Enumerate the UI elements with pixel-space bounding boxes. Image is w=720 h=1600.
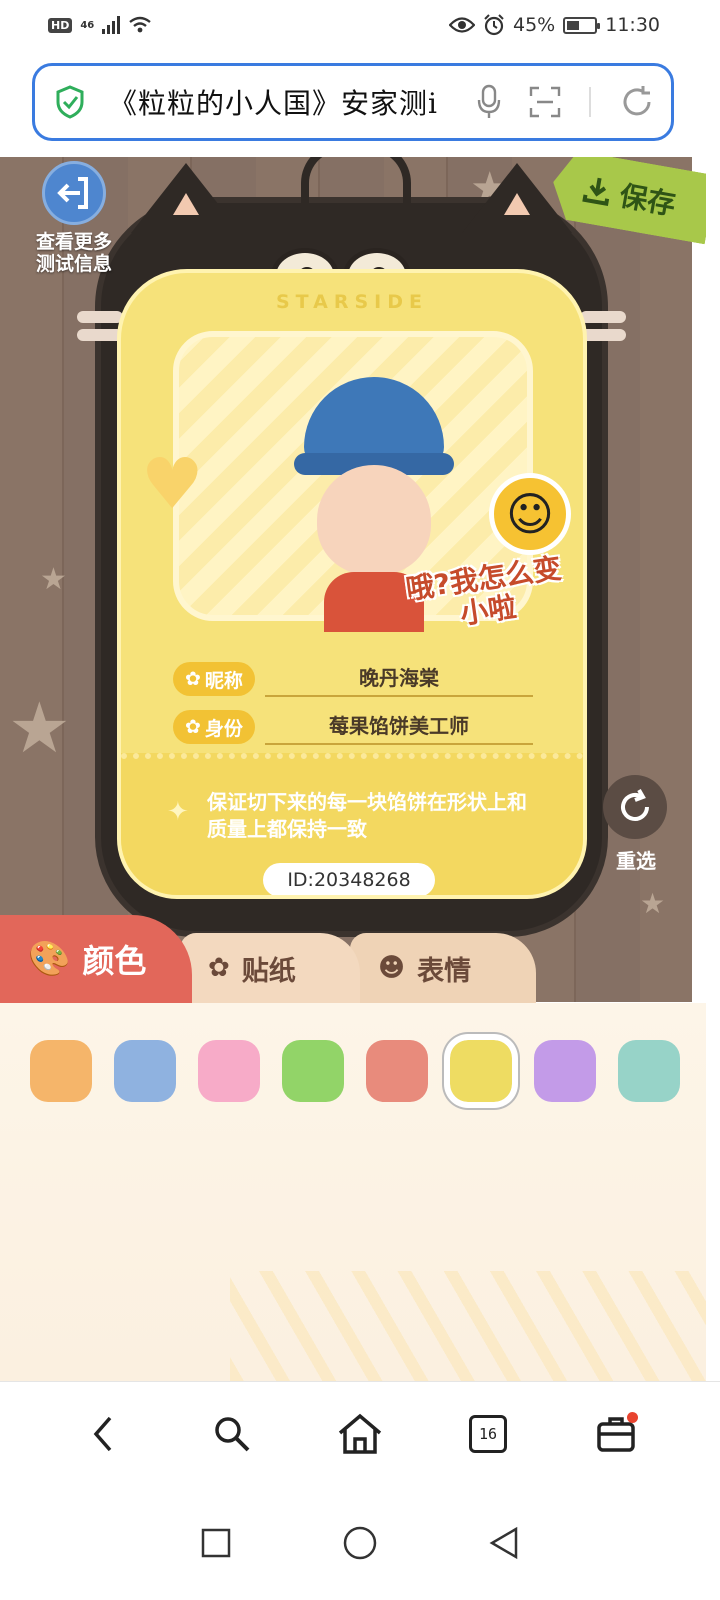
cat-ear-right <box>462 163 572 233</box>
background-star-icon: ★ <box>8 687 71 769</box>
ear-inner <box>173 193 199 215</box>
url-divider <box>589 87 591 117</box>
color-swatch[interactable] <box>366 1040 428 1102</box>
battery-icon <box>563 16 601 34</box>
download-icon <box>580 173 615 208</box>
url-text[interactable]: 《粒粒的小人国》安家测i <box>109 82 467 122</box>
address-bar[interactable]: 《粒粒的小人国》安家测i <box>32 63 674 141</box>
ear-inner <box>504 193 530 215</box>
refresh-icon[interactable] <box>619 84 655 120</box>
identity-label: 身份 <box>204 717 243 740</box>
customize-tabs: 🎨 颜色 ✿ 贴纸 ☻ 表情 <box>0 915 706 1003</box>
nickname-row: ✿ 昵称 晚丹海棠 <box>173 661 533 697</box>
color-swatches <box>30 1037 680 1105</box>
tab-expression[interactable]: ☻ 表情 <box>350 933 536 1003</box>
reselect-button[interactable]: 重选 <box>603 775 669 874</box>
more-info-label: 查看更多测试信息 <box>35 231 112 275</box>
player-id: ID:20348268 <box>263 863 435 895</box>
flower-icon: ✿ <box>185 716 201 738</box>
clock-time: 11:30 <box>605 14 660 36</box>
identity-row: ✿ 身份 莓果馅饼美工师 <box>173 709 533 745</box>
whisker-left <box>77 311 123 323</box>
reselect-label: 重选 <box>616 849 656 873</box>
home-circle-icon[interactable] <box>342 1525 378 1561</box>
redo-icon <box>603 775 667 839</box>
face-icon: ☻ <box>378 953 406 983</box>
hanging-string <box>301 157 411 213</box>
more-info-button[interactable]: 查看更多测试信息 <box>28 161 120 275</box>
wifi-icon <box>129 16 152 33</box>
alarm-icon <box>484 14 504 36</box>
home-icon <box>338 1413 382 1454</box>
identity-tag: ✿ 身份 <box>173 710 255 744</box>
nickname-label: 昵称 <box>204 669 243 692</box>
tab-label: 表情 <box>417 955 472 987</box>
nickname-tag: ✿ 昵称 <box>173 662 255 696</box>
side-strip <box>692 157 706 1002</box>
identity-value: 莓果馅饼美工师 <box>264 710 533 745</box>
game-canvas: ★ ★ ★ ★ STARSIDE ♥ ☺ 哦?我怎么变小啦 ✿ 昵称 晚丹海棠 … <box>0 157 706 1002</box>
palette-icon: 🎨 <box>28 939 71 979</box>
network-type: 46 <box>80 19 95 31</box>
eye-icon <box>449 17 475 33</box>
flower-icon: ✿ <box>185 668 201 690</box>
signal-icon <box>102 16 121 34</box>
search-button[interactable] <box>204 1406 260 1462</box>
smiley-sticker-icon: ☺ <box>489 473 571 555</box>
battery-percent: 45% <box>513 14 556 36</box>
sticker-icon: ✿ <box>208 953 230 983</box>
back-button[interactable] <box>76 1406 132 1462</box>
tab-color[interactable]: 🎨 颜色 <box>0 915 192 1003</box>
system-navigation <box>0 1486 720 1600</box>
tabs-button[interactable]: 16 <box>460 1406 516 1462</box>
color-swatch[interactable] <box>618 1040 680 1102</box>
notification-dot <box>627 1412 638 1423</box>
card-bottom: ✦ 保证切下来的每一块馅饼在形状上和质量上都保持一致 ID:20348268 <box>121 753 583 895</box>
shield-check-icon <box>56 85 84 119</box>
whisker-right <box>580 311 626 323</box>
status-right: 45% 11:30 <box>449 14 660 36</box>
color-swatch[interactable] <box>447 1037 515 1105</box>
tab-label: 贴纸 <box>241 955 296 987</box>
tab-sticker[interactable]: ✿ 贴纸 <box>180 933 360 1003</box>
scan-icon[interactable] <box>529 86 561 118</box>
toolbox-button[interactable] <box>588 1406 644 1462</box>
color-swatch[interactable] <box>198 1040 260 1102</box>
status-left: HD 46 <box>48 16 152 34</box>
url-actions <box>477 84 655 120</box>
save-label: 保存 <box>617 179 678 222</box>
back-icon <box>93 1416 112 1452</box>
browser-toolbar: 16 <box>0 1381 720 1486</box>
status-bar: HD 46 45% 11:30 <box>0 0 720 50</box>
hd-badge: HD <box>48 17 73 33</box>
avatar-face <box>317 465 431 575</box>
cat-ear-left <box>131 163 241 233</box>
color-panel <box>0 1003 706 1381</box>
sparkle-icon: ✦ <box>167 797 189 827</box>
color-swatch[interactable] <box>534 1040 596 1102</box>
color-swatch[interactable] <box>282 1040 344 1102</box>
tab-label: 颜色 <box>82 942 147 980</box>
color-swatch[interactable] <box>114 1040 176 1102</box>
recents-icon[interactable] <box>200 1527 232 1559</box>
exit-arrow-icon <box>42 161 106 225</box>
microphone-icon[interactable] <box>477 84 501 120</box>
home-button[interactable] <box>332 1406 388 1462</box>
tabs-icon: 16 <box>469 1415 507 1453</box>
nickname-value: 晚丹海棠 <box>264 662 533 697</box>
back-triangle-icon[interactable] <box>488 1526 520 1560</box>
character-card: STARSIDE ♥ ☺ 哦?我怎么变小啦 ✿ 昵称 晚丹海棠 ✿ 身份 莓果馅饼美… <box>117 269 587 899</box>
motto-text: 保证切下来的每一块馅饼在形状上和质量上都保持一致 <box>207 790 527 841</box>
search-icon <box>215 1417 250 1452</box>
brand-logo: STARSIDE <box>275 291 428 313</box>
color-swatch[interactable] <box>30 1040 92 1102</box>
heart-sticker-icon: ♥ <box>141 443 204 525</box>
background-star-icon: ★ <box>40 562 67 597</box>
